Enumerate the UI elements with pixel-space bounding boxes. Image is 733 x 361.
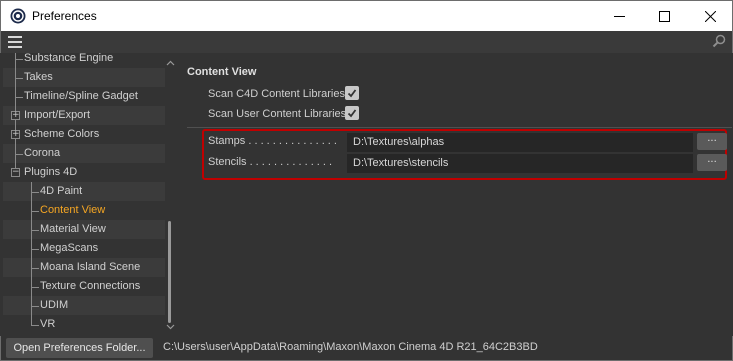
tree-item[interactable]: UDIM [3,296,165,315]
tree-item[interactable]: 4D Paint [3,182,165,201]
checkmark-icon [347,109,357,118]
tree-connector [31,325,39,326]
scroll-up-icon[interactable] [166,59,175,68]
expand-icon[interactable]: + [11,130,20,139]
scroll-down-icon[interactable] [166,322,175,331]
checkmark-icon [347,89,357,98]
tree-connector [31,315,32,325]
tree-item[interactable]: Texture Connections [3,277,165,296]
stencils-browse-button[interactable]: ... [697,154,727,171]
maximize-icon [658,10,670,22]
tree-item[interactable]: − Plugins 4D [3,163,165,182]
expand-icon[interactable]: + [11,111,20,120]
scan-c4d-libraries-row[interactable]: Scan C4D Content Libraries [208,86,359,102]
tree-connector [31,192,39,193]
checkbox-label: Scan User Content Libraries [208,108,347,120]
stamps-path-input[interactable]: D:\Textures\alphas [347,133,693,152]
minimize-icon [613,15,625,17]
window-title: Preferences [32,9,97,23]
menu-bar [0,31,733,53]
stamps-browse-button[interactable]: ... [697,133,727,150]
tree-item-label: UDIM [40,299,69,311]
search-icon[interactable] [712,34,726,48]
scan-user-libraries-checkbox[interactable] [345,106,359,120]
close-button[interactable] [687,1,733,31]
tree-connector [31,268,39,269]
tree-item-label: Plugins 4D [24,166,78,178]
tree-item-label: Timeline/Spline Gadget [24,90,138,102]
content-view-panel: Content View Scan C4D Content Libraries … [179,53,732,336]
tree-item[interactable]: Corona [3,144,165,163]
minimize-button[interactable] [596,1,642,31]
tree-connector [15,154,23,155]
open-preferences-folder-button[interactable]: Open Preferences Folder... [6,338,153,358]
stencils-label: Stencils . . . . . . . . . . . . . . [208,156,333,168]
tree-item[interactable]: + Scheme Colors [3,125,165,144]
scan-user-libraries-row[interactable]: Scan User Content Libraries [208,106,359,122]
preferences-path: C:\Users\user\AppData\Roaming\Maxon\Maxo… [163,341,538,353]
tree-item-label: Import/Export [24,109,91,121]
tree-item[interactable]: Material View [3,220,165,239]
close-icon [704,10,716,22]
section-title: Content View [187,66,257,78]
tree-item[interactable]: + Import/Export [3,106,165,125]
tree-connector [15,78,23,79]
checkbox-label: Scan C4D Content Libraries [208,88,345,100]
preferences-tree: Substance Engine Takes Timeline/Spline Gad… [1,53,178,336]
tree-item[interactable]: Substance Engine [3,53,165,68]
tree-item[interactable]: Timeline/Spline Gadget [3,87,165,106]
tree-item[interactable]: MegaScans [3,239,165,258]
tree-connector [31,211,39,212]
tree-connector [31,230,39,231]
cinema4d-logo-icon [10,8,26,24]
tree-item-label: Substance Engine [24,53,114,64]
tree-item-label: Material View [40,223,106,235]
tree-item-label: Moana Island Scene [40,261,141,273]
stamps-label: Stamps . . . . . . . . . . . . . . . [208,135,337,147]
tree-item-label: Texture Connections [40,280,141,292]
tree-item[interactable]: Content View [3,201,165,220]
tree-item-label: MegaScans [40,242,99,254]
stencils-path-input[interactable]: D:\Textures\stencils [347,154,693,173]
tree-item-label: Corona [24,147,61,159]
hamburger-menu-icon[interactable] [8,36,22,48]
tree-item-label: Content View [40,204,106,216]
maximize-button[interactable] [641,1,687,31]
scan-c4d-libraries-checkbox[interactable] [345,86,359,100]
tree-item-label: Takes [24,71,53,83]
tree-scrollbar[interactable] [164,53,177,336]
tree-item[interactable]: Takes [3,68,165,87]
title-bar: Preferences [0,0,733,31]
tree-item[interactable]: VR [3,315,165,334]
tree-connector [15,97,23,98]
tree-connector [31,287,39,288]
tree-connector [15,53,16,68]
status-bar: Open Preferences Folder... C:\Users\user… [0,336,733,361]
scroll-thumb[interactable] [168,221,171,323]
tree-item-label: VR [40,318,56,330]
tree-item[interactable]: Moana Island Scene [3,258,165,277]
tree-item-label: 4D Paint [40,185,83,197]
tree-connector [15,59,23,60]
tree-connector [31,306,39,307]
collapse-icon[interactable]: − [11,168,20,177]
divider [187,127,732,128]
tree-connector [31,249,39,250]
tree-item-label: Scheme Colors [24,128,100,140]
